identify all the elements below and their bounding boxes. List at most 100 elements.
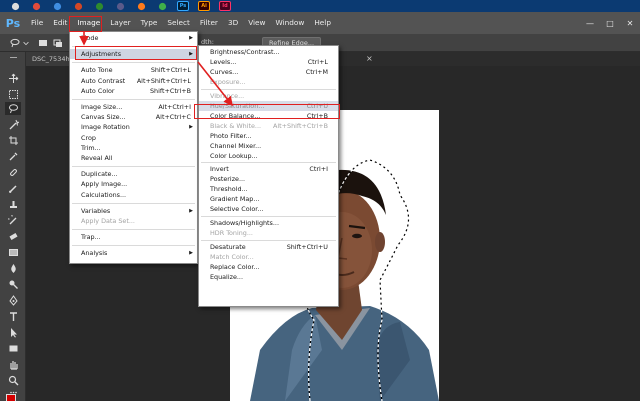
history-brush-tool-icon[interactable] bbox=[5, 214, 21, 227]
menu-item-label: Calculations... bbox=[81, 190, 127, 199]
marquee-tool-icon[interactable] bbox=[5, 88, 21, 101]
menu-item-label: HDR Toning... bbox=[210, 229, 253, 238]
menu-item-trim[interactable]: Trim... bbox=[70, 143, 197, 153]
menu-filter[interactable]: Filter bbox=[195, 12, 223, 34]
menu-item-label: Exposure... bbox=[210, 77, 246, 86]
close-window-icon[interactable]: ✕ bbox=[620, 12, 640, 34]
menu-item-invert[interactable]: Invert Ctrl+I bbox=[199, 164, 338, 174]
menu-item-analysis[interactable]: Analysis ▶ bbox=[70, 248, 197, 258]
menu-item-shortcut: Alt+Shift+Ctrl+B bbox=[273, 121, 328, 130]
ppt-icon[interactable] bbox=[72, 1, 84, 11]
menu-item-trap[interactable]: Trap... bbox=[70, 232, 197, 242]
photoshop-icon[interactable]: Ps bbox=[177, 1, 189, 11]
zoom-tool-icon[interactable] bbox=[5, 374, 21, 387]
menu-item-label: Levels... bbox=[210, 57, 237, 66]
menu-item-label: Gradient Map... bbox=[210, 195, 260, 204]
gradient-tool-icon[interactable] bbox=[5, 246, 21, 259]
hand-tool-icon[interactable] bbox=[5, 358, 21, 371]
menu-item-curves[interactable]: Curves... Ctrl+M bbox=[199, 67, 338, 77]
menu-file[interactable]: File bbox=[26, 12, 48, 34]
add-selection-icon[interactable] bbox=[51, 38, 65, 48]
menu-item-label: Apply Image... bbox=[81, 180, 128, 189]
menu-item-equalize[interactable]: Equalize... bbox=[199, 272, 338, 282]
play-icon[interactable] bbox=[51, 1, 63, 11]
eraser-tool-icon[interactable] bbox=[5, 230, 21, 243]
menu-item-duplicate[interactable]: Duplicate... bbox=[70, 169, 197, 179]
chrome-icon[interactable] bbox=[30, 1, 42, 11]
menu-item-photo-filter[interactable]: Photo Filter... bbox=[199, 131, 338, 141]
menu-item-auto-contrast[interactable]: Auto Contrast Alt+Shift+Ctrl+L bbox=[70, 76, 197, 86]
hue-saturation-highlight-box bbox=[194, 104, 340, 119]
blur-tool-icon[interactable] bbox=[5, 262, 21, 275]
move-tool-icon[interactable] bbox=[5, 72, 21, 85]
panel-collapse-icon[interactable] bbox=[5, 54, 21, 60]
menu-item-color-lookup[interactable]: Color Lookup... bbox=[199, 151, 338, 161]
menu-item-shadows-highlights[interactable]: Shadows/Highlights... bbox=[199, 218, 338, 228]
new-selection-icon[interactable] bbox=[36, 38, 50, 48]
menu-item-exposure: Exposure... bbox=[199, 77, 338, 87]
menu-item-black-white: Black & White... Alt+Shift+Ctrl+B bbox=[199, 121, 338, 131]
firefox-icon[interactable] bbox=[135, 1, 147, 11]
crop-tool-icon[interactable] bbox=[5, 134, 21, 147]
menu-item-variables[interactable]: Variables ▶ bbox=[70, 206, 197, 216]
type-tool-icon[interactable] bbox=[5, 310, 21, 323]
menu-separator bbox=[201, 88, 336, 90]
menu-item-label: Variables bbox=[81, 206, 111, 215]
illustrator-icon[interactable]: Ai bbox=[198, 1, 210, 11]
menu-item-auto-color[interactable]: Auto Color Shift+Ctrl+B bbox=[70, 86, 197, 96]
clone-stamp-tool-icon[interactable] bbox=[5, 198, 21, 211]
menu-item-auto-tone[interactable]: Auto Tone Shift+Ctrl+L bbox=[70, 65, 197, 75]
menu-item-reveal-all[interactable]: Reveal All bbox=[70, 153, 197, 163]
dodge-tool-icon[interactable] bbox=[5, 278, 21, 291]
menu-item-label: Auto Color bbox=[81, 86, 115, 95]
chevron-down-icon[interactable] bbox=[22, 38, 30, 48]
menu-item-gradient-map[interactable]: Gradient Map... bbox=[199, 194, 338, 204]
menu-view[interactable]: View bbox=[243, 12, 270, 34]
submenu-arrow-icon: ▶ bbox=[189, 35, 193, 41]
eyedropper-tool-icon[interactable] bbox=[5, 150, 21, 163]
menu-item-apply-image[interactable]: Apply Image... bbox=[70, 179, 197, 189]
lasso-tool-icon[interactable] bbox=[8, 38, 22, 48]
menu-item-brightness-contrast[interactable]: Brightness/Contrast... bbox=[199, 47, 338, 57]
menu-item-label: Reveal All bbox=[81, 154, 113, 162]
pen-tool-icon[interactable] bbox=[5, 294, 21, 307]
foreground-color-swatch[interactable] bbox=[6, 394, 16, 401]
menu-3d[interactable]: 3D bbox=[223, 12, 243, 34]
menu-window[interactable]: Window bbox=[271, 12, 310, 34]
xbox-icon[interactable] bbox=[93, 1, 105, 11]
close-tab-icon[interactable]: × bbox=[366, 54, 373, 63]
menu-item-selective-color[interactable]: Selective Color... bbox=[199, 204, 338, 214]
indesign-icon[interactable]: Id bbox=[219, 1, 231, 11]
menu-item-threshold[interactable]: Threshold... bbox=[199, 184, 338, 194]
menu-item-image-size[interactable]: Image Size... Alt+Ctrl+I bbox=[70, 102, 197, 112]
path-selection-tool-icon[interactable] bbox=[5, 326, 21, 339]
menu-item-canvas-size[interactable]: Canvas Size... Alt+Ctrl+C bbox=[70, 112, 197, 122]
menu-item-label: Auto Tone bbox=[81, 66, 113, 75]
rectangle-tool-icon[interactable] bbox=[5, 342, 21, 355]
magic-wand-tool-icon[interactable] bbox=[5, 118, 21, 131]
menu-item-channel-mixer[interactable]: Channel Mixer... bbox=[199, 141, 338, 151]
menu-item-image-rotation[interactable]: Image Rotation ▶ bbox=[70, 122, 197, 132]
menu-item-label: Shadows/Highlights... bbox=[210, 219, 279, 228]
menu-item-mode[interactable]: Mode ▶ bbox=[70, 33, 197, 43]
menu-item-crop[interactable]: Crop bbox=[70, 133, 197, 143]
apple-icon[interactable] bbox=[9, 1, 21, 11]
menu-item-label: Image Size... bbox=[81, 103, 123, 111]
menu-help[interactable]: Help bbox=[309, 12, 336, 34]
menu-item-calculations[interactable]: Calculations... bbox=[70, 190, 197, 200]
menu-item-replace-color[interactable]: Replace Color... bbox=[199, 262, 338, 272]
maximize-icon[interactable]: □ bbox=[600, 12, 620, 34]
menu-item-levels[interactable]: Levels... Ctrl+L bbox=[199, 57, 338, 67]
menu-item-shortcut: Ctrl+M bbox=[305, 67, 328, 76]
green-app-icon[interactable] bbox=[156, 1, 168, 11]
brush-tool-icon[interactable] bbox=[5, 182, 21, 195]
menu-item-posterize[interactable]: Posterize... bbox=[199, 174, 338, 184]
taskbar-app-label: Ai bbox=[201, 3, 207, 9]
lasso-tool-selected-icon[interactable] bbox=[5, 102, 21, 115]
menu-item-label: Black & White... bbox=[210, 121, 262, 130]
healing-brush-tool-icon[interactable] bbox=[5, 166, 21, 179]
minimize-icon[interactable]: — bbox=[580, 12, 600, 34]
menu-separator bbox=[72, 245, 195, 247]
grid-app-icon[interactable] bbox=[114, 1, 126, 11]
menu-item-desaturate[interactable]: Desaturate Shift+Ctrl+U bbox=[199, 242, 338, 252]
